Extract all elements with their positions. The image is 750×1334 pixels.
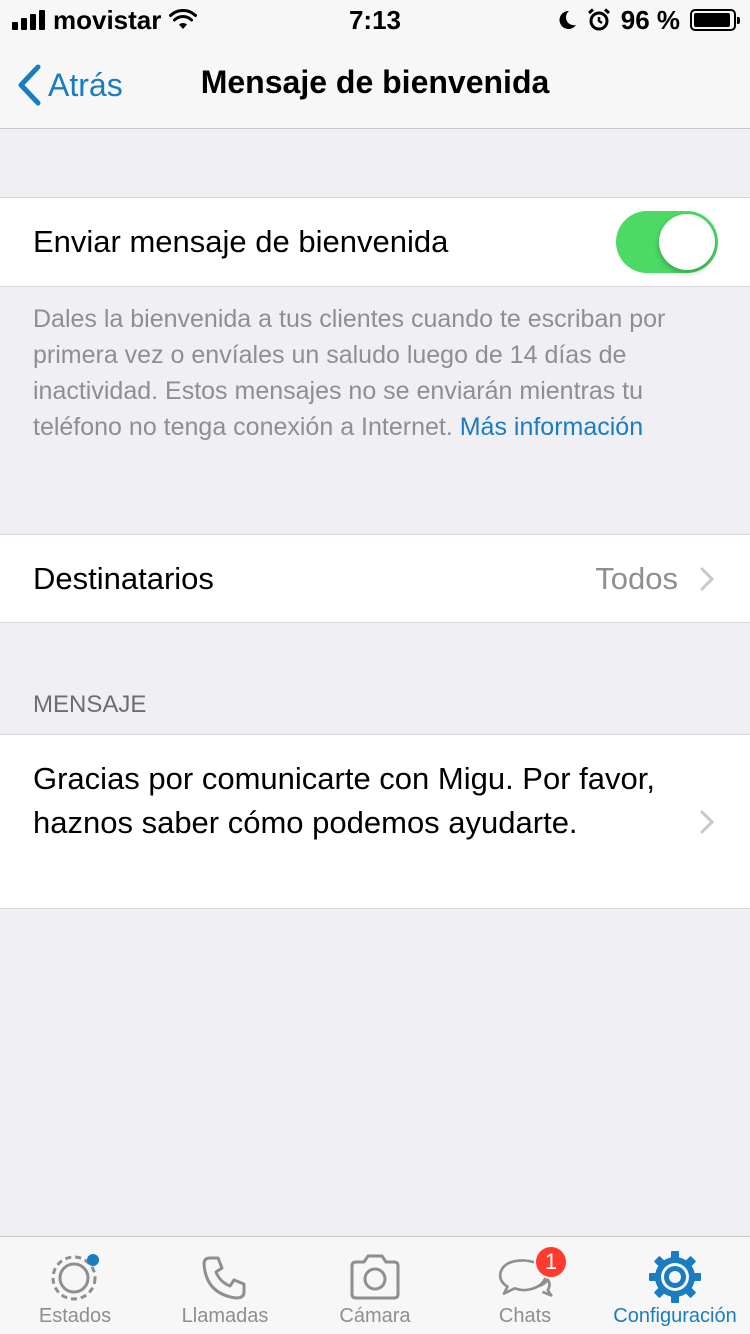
status-bar-left: movistar — [12, 4, 198, 36]
tab-label: Cámara — [339, 1305, 411, 1327]
battery-icon — [690, 9, 740, 31]
phone-icon — [197, 1251, 253, 1303]
chevron-right-icon — [700, 567, 714, 591]
message-cell[interactable]: Gracias por comunicarte con Migu. Por fa… — [0, 734, 750, 909]
tab-label: Llamadas — [181, 1305, 269, 1327]
do-not-disturb-moon-icon — [559, 10, 576, 29]
status-bar: movistar 7:13 96 % — [0, 0, 750, 40]
tab-camara[interactable]: Cámara — [300, 1237, 450, 1334]
tab-label: Chats — [498, 1305, 552, 1327]
tab-chats[interactable]: 1 Chats — [450, 1237, 600, 1334]
navigation-bar: Atrás Mensaje de bienvenida — [0, 40, 750, 129]
welcome-message-toggle[interactable] — [616, 211, 718, 273]
recipients-detail: Todos — [595, 535, 714, 623]
page-title: Mensaje de bienvenida — [200, 64, 550, 100]
welcome-message-text: Gracias por comunicarte con Migu. Por fa… — [33, 761, 655, 840]
tab-bar: Estados Llamadas Cámara 1 Chats Configur… — [0, 1236, 750, 1334]
tab-label: Estados — [38, 1305, 112, 1327]
more-info-link[interactable]: Más información — [460, 413, 643, 441]
welcome-toggle-label: Enviar mensaje de bienvenida — [33, 224, 449, 259]
alarm-icon — [587, 8, 610, 31]
unread-badge: 1 — [534, 1245, 568, 1279]
carrier-name: movistar — [53, 4, 162, 35]
tab-label: Configuración — [613, 1305, 737, 1327]
battery-fill — [694, 13, 731, 27]
status-icon — [47, 1251, 103, 1303]
chevron-right-icon — [700, 810, 714, 834]
status-bar-right: 96 % — [557, 4, 740, 36]
cellular-signal-icon — [12, 10, 45, 30]
tab-estados[interactable]: Estados — [0, 1237, 150, 1334]
tab-configuracion[interactable]: Configuración — [600, 1237, 750, 1334]
battery-percent: 96 % — [620, 4, 680, 35]
recipients-value: Todos — [595, 561, 678, 596]
wifi-icon — [169, 9, 198, 29]
settings-gear-icon — [647, 1251, 703, 1303]
camera-icon — [347, 1251, 403, 1303]
recipients-cell[interactable]: Destinatarios Todos — [0, 534, 750, 623]
welcome-toggle-cell: Enviar mensaje de bienvenida — [0, 197, 750, 287]
toggle-knob — [659, 214, 715, 270]
welcome-description: Dales la bienvenida a tus clientes cuand… — [33, 301, 723, 445]
recipients-label: Destinatarios — [33, 561, 214, 596]
message-section-header: MENSAJE — [33, 691, 147, 718]
tab-llamadas[interactable]: Llamadas — [150, 1237, 300, 1334]
